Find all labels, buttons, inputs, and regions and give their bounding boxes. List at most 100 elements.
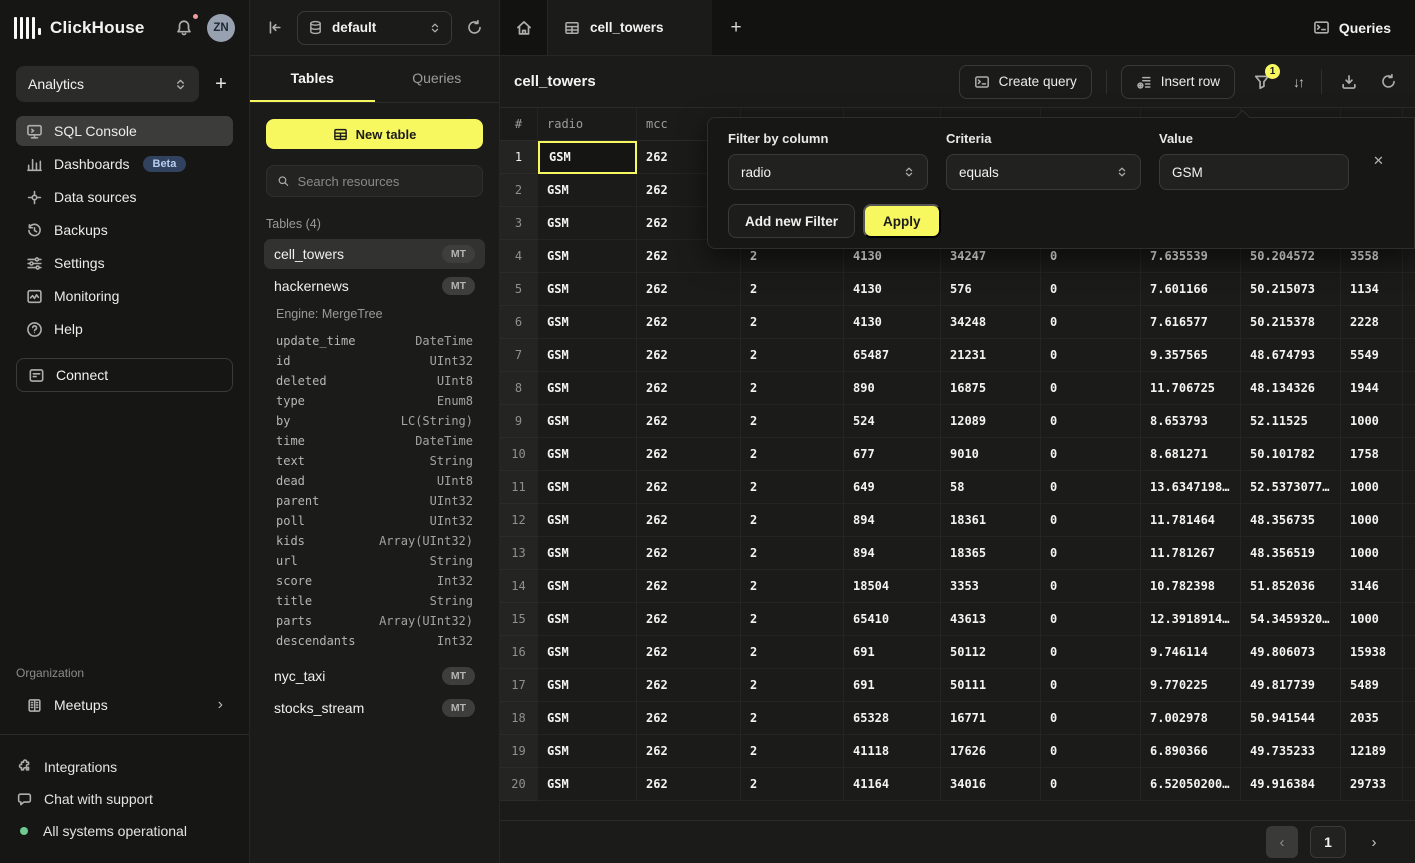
grid-cell[interactable]: 2035 (1341, 702, 1403, 735)
notifications-bell-icon[interactable] (171, 15, 197, 41)
grid-cell[interactable]: 50.101782 (1241, 438, 1341, 471)
grid-cell[interactable]: 1000 (1341, 405, 1403, 438)
grid-cell[interactable]: 2 (741, 438, 844, 471)
tab-tables[interactable]: Tables (250, 56, 375, 102)
grid-cell[interactable]: 0 (1041, 405, 1141, 438)
grid-cell[interactable]: 51.852036 (1241, 570, 1341, 603)
grid-cell[interactable]: 262 (637, 471, 741, 504)
grid-cell[interactable]: 2 (741, 504, 844, 537)
add-new-filter-button[interactable]: Add new Filter (728, 204, 855, 238)
grid-header-cell[interactable]: # (500, 108, 538, 141)
grid-cell[interactable]: 4130 (844, 273, 941, 306)
grid-cell[interactable]: 2 (741, 339, 844, 372)
grid-cell[interactable]: 50.215073 (1241, 273, 1341, 306)
grid-cell[interactable]: 7.601166 (1141, 273, 1241, 306)
grid-cell[interactable]: 0 (1041, 735, 1141, 768)
system-status[interactable]: All systems operational (16, 817, 233, 845)
grid-cell[interactable]: 262 (637, 735, 741, 768)
grid-cell[interactable]: 262 (637, 669, 741, 702)
grid-cell[interactable]: 8.653793 (1141, 405, 1241, 438)
grid-cell[interactable]: 49.817739 (1241, 669, 1341, 702)
sort-button[interactable]: ↓↑ (1289, 70, 1307, 94)
grid-cell[interactable]: 677 (844, 438, 941, 471)
grid-cell[interactable]: 29733 (1341, 768, 1403, 801)
avatar[interactable]: ZN (207, 14, 235, 42)
grid-cell[interactable]: 0 (1041, 603, 1141, 636)
grid-cell[interactable]: 8.681271 (1141, 438, 1241, 471)
grid-cell[interactable]: 11.781267 (1141, 537, 1241, 570)
grid-cell[interactable]: GSM (538, 306, 637, 339)
grid-cell[interactable]: 691 (844, 636, 941, 669)
grid-cell[interactable]: 262 (637, 570, 741, 603)
table-item-cell-towers[interactable]: cell_towers MT (264, 239, 485, 269)
grid-cell[interactable]: GSM (538, 570, 637, 603)
grid-cell[interactable]: 18504 (844, 570, 941, 603)
new-tab-button[interactable]: + (712, 0, 760, 55)
grid-cell[interactable]: 262 (637, 537, 741, 570)
grid-cell[interactable]: 11.706725 (1141, 372, 1241, 405)
grid-cell[interactable]: 11.781464 (1141, 504, 1241, 537)
sidebar-item-settings[interactable]: Settings (16, 248, 233, 278)
grid-cell[interactable]: 262 (637, 438, 741, 471)
grid-cell[interactable]: 3353 (941, 570, 1041, 603)
grid-cell[interactable]: 50112 (941, 636, 1041, 669)
grid-cell[interactable]: 12.3918914… (1141, 603, 1241, 636)
table-item-nyc-taxi[interactable]: nyc_taxi MT (264, 661, 485, 691)
grid-cell[interactable]: 49.806073 (1241, 636, 1341, 669)
filter-column-select[interactable]: radio (728, 154, 928, 190)
grid-cell[interactable]: GSM (538, 636, 637, 669)
grid-cell[interactable]: 2 (741, 405, 844, 438)
sidebar-item-help[interactable]: Help (16, 314, 233, 344)
grid-cell[interactable]: 48.356735 (1241, 504, 1341, 537)
grid-cell[interactable]: 65487 (844, 339, 941, 372)
prev-page-button[interactable]: ‹ (1266, 826, 1298, 858)
grid-cell[interactable]: GSM (538, 702, 637, 735)
grid-cell[interactable]: 524 (844, 405, 941, 438)
grid-cell[interactable]: 54.3459320… (1241, 603, 1341, 636)
create-query-button[interactable]: Create query (959, 65, 1092, 99)
grid-cell[interactable]: 50111 (941, 669, 1041, 702)
grid-cell[interactable]: GSM (538, 603, 637, 636)
grid-cell[interactable]: 0 (1041, 570, 1141, 603)
grid-cell[interactable]: 262 (637, 504, 741, 537)
grid-cell[interactable]: 6.890366 (1141, 735, 1241, 768)
grid-cell[interactable]: 0 (1041, 537, 1141, 570)
grid-cell[interactable]: GSM (538, 537, 637, 570)
grid-cell[interactable]: 9.770225 (1141, 669, 1241, 702)
grid-cell[interactable]: 34016 (941, 768, 1041, 801)
refresh-tables-icon[interactable] (466, 19, 483, 36)
grid-cell[interactable]: 262 (637, 702, 741, 735)
grid-cell[interactable]: 48.674793 (1241, 339, 1341, 372)
grid-cell[interactable]: 2 (741, 735, 844, 768)
grid-cell[interactable]: 894 (844, 537, 941, 570)
sidebar-item-dashboards[interactable]: Dashboards Beta (16, 149, 233, 179)
grid-cell[interactable]: 2 (741, 636, 844, 669)
grid-cell[interactable]: GSM (538, 438, 637, 471)
grid-cell[interactable]: 262 (637, 603, 741, 636)
remove-filter-button[interactable]: ✕ (1367, 147, 1390, 175)
grid-cell[interactable]: 48.356519 (1241, 537, 1341, 570)
grid-cell[interactable]: 2 (741, 702, 844, 735)
grid-cell[interactable]: 0 (1041, 438, 1141, 471)
table-item-stocks-stream[interactable]: stocks_stream MT (264, 693, 485, 723)
sidebar-item-meetups[interactable]: Meetups › (16, 690, 233, 720)
database-selector[interactable]: default (297, 11, 452, 45)
grid-cell[interactable]: 262 (637, 636, 741, 669)
grid-cell[interactable]: 48.134326 (1241, 372, 1341, 405)
tab-cell-towers[interactable]: cell_towers (548, 0, 712, 55)
grid-cell[interactable]: 1134 (1341, 273, 1403, 306)
grid-cell[interactable]: 43613 (941, 603, 1041, 636)
grid-cell[interactable]: 9.746114 (1141, 636, 1241, 669)
grid-cell[interactable]: 12189 (1341, 735, 1403, 768)
grid-cell[interactable]: 262 (637, 372, 741, 405)
grid-cell[interactable]: 16771 (941, 702, 1041, 735)
grid-cell[interactable]: 7.616577 (1141, 306, 1241, 339)
new-table-button[interactable]: New table (266, 119, 483, 149)
grid-cell[interactable]: 0 (1041, 306, 1141, 339)
filter-criteria-select[interactable]: equals (946, 154, 1141, 190)
grid-cell[interactable]: 12089 (941, 405, 1041, 438)
sidebar-item-sql-console[interactable]: SQL Console (16, 116, 233, 146)
grid-cell[interactable]: GSM (538, 207, 637, 240)
connect-button[interactable]: Connect (16, 358, 233, 392)
grid-cell[interactable]: 1000 (1341, 537, 1403, 570)
